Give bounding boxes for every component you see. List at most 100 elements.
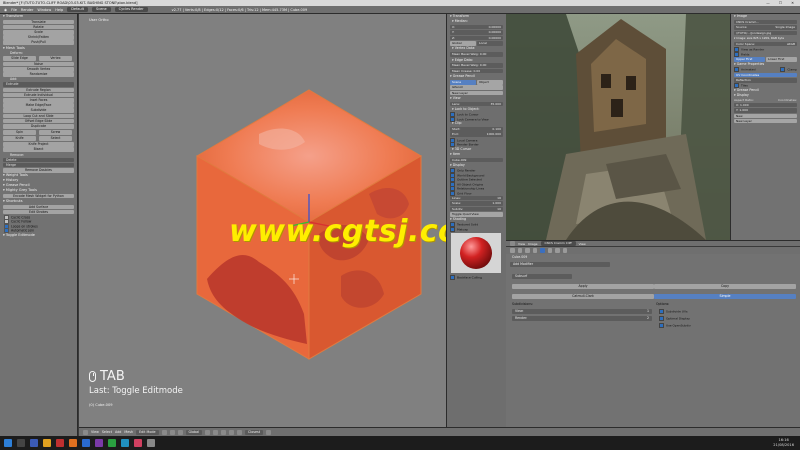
matcap-preview[interactable] xyxy=(451,233,501,274)
shrink-fatten-button[interactable]: Shrink/Fatten xyxy=(3,35,74,40)
median-y-field[interactable]: Y: 0.00000 xyxy=(450,30,503,35)
layout-selector[interactable]: Default xyxy=(67,7,88,12)
vertex-select-icon[interactable] xyxy=(205,429,211,435)
app-icon-pink[interactable] xyxy=(134,439,142,447)
filepath-field[interactable]: //TUTO/.../Jondesign.jpg xyxy=(734,30,797,36)
clip-end-field[interactable]: End: 1000.000 xyxy=(450,132,503,138)
gp-new-layer-button[interactable]: New Layer xyxy=(734,118,797,124)
translate-button[interactable]: Translate xyxy=(3,19,74,25)
grid-scale-field[interactable]: Scale: 1.000 xyxy=(450,201,503,206)
app-icon-green[interactable] xyxy=(108,439,116,447)
spin-button[interactable]: Spin xyxy=(3,130,36,135)
screw-button[interactable]: Screw xyxy=(39,130,72,135)
gp-scene-tab[interactable]: Scene xyxy=(450,79,476,85)
subdivide-button[interactable]: Subdivide xyxy=(3,108,74,113)
blender-logo-icon[interactable]: ◉ xyxy=(4,8,7,12)
color-space-field[interactable]: Color Space: sRGB xyxy=(734,41,797,47)
img-view-dropdown[interactable]: View xyxy=(579,242,586,246)
image-name-field[interactable]: CNCS Cramm... xyxy=(734,19,797,25)
extrude-region-button[interactable]: Extrude Region xyxy=(3,87,74,93)
object-name-field[interactable]: Cube.009 xyxy=(450,157,503,163)
simple-tab[interactable]: Simple xyxy=(654,294,796,299)
catmull-clark-tab[interactable]: Catmull-Clark xyxy=(512,294,654,299)
duplicate-button[interactable]: Duplicate xyxy=(3,123,74,129)
shading-icon[interactable] xyxy=(161,429,167,435)
view-levels-field[interactable]: View: 1 xyxy=(512,309,652,314)
edge-select-icon[interactable] xyxy=(213,429,219,435)
encode-python-button[interactable]: Encode Mesh Widget for Python xyxy=(3,193,74,199)
vp-menu-view[interactable]: View xyxy=(91,430,99,434)
uv-coordinates-button[interactable]: UV Coordinates xyxy=(734,72,797,78)
render-preview-icon[interactable] xyxy=(266,429,272,435)
matcap-checkbox[interactable]: Matcap xyxy=(447,227,506,231)
lens-field[interactable]: Lens: 35.000 xyxy=(450,101,503,107)
use-opensubdiv-checkbox[interactable]: Use OpenSubdiv xyxy=(656,323,691,328)
gp-new-button[interactable]: New xyxy=(734,113,797,119)
image-editor[interactable] xyxy=(506,14,730,240)
animated-checkbox[interactable]: Animated xyxy=(731,67,755,72)
fields-checkbox[interactable]: Fields xyxy=(731,52,800,56)
grid-lines-field[interactable]: Lines: 16 xyxy=(450,195,503,201)
mean-bevel-vertex-field[interactable]: Mean Bevel Weig: 0.00 xyxy=(450,52,503,57)
editor-type-icon[interactable] xyxy=(510,241,515,246)
add-modifier-dropdown[interactable]: Add Modifier xyxy=(510,262,610,267)
upper-first-tab[interactable]: Upper First xyxy=(734,56,765,62)
image-selector[interactable]: CNCS Cramm Cliff xyxy=(540,241,576,246)
slide-vertex-button[interactable]: Vertex xyxy=(39,56,72,61)
app-icon-cyan[interactable] xyxy=(121,439,129,447)
merge-dropdown[interactable]: Merge xyxy=(3,162,74,168)
3d-viewport[interactable]: User Ortho www.cgtsj.c TAB Last: Toggle … xyxy=(79,14,446,427)
slide-edge-button[interactable]: Slide Edge xyxy=(3,56,36,61)
mode-selector[interactable]: Edit Mode xyxy=(136,429,159,435)
noise-button[interactable]: Noise xyxy=(3,61,74,67)
orientation-selector[interactable]: Global xyxy=(185,429,203,435)
panel-view[interactable]: View xyxy=(447,96,506,101)
extrude-dropdown[interactable]: Extrude xyxy=(3,82,74,88)
photoshop-icon[interactable] xyxy=(82,439,90,447)
material-tab-icon[interactable] xyxy=(555,248,560,253)
knife-select-button[interactable]: Select xyxy=(39,136,72,141)
img-menu-image[interactable]: Image xyxy=(528,242,537,246)
median-x-field[interactable]: X: 0.00000 xyxy=(450,24,503,30)
vp-menu-select[interactable]: Select xyxy=(102,430,112,434)
loop-cut-button[interactable]: Loop Cut and Slide xyxy=(3,113,74,119)
remove-doubles-button[interactable]: Remove Doubles xyxy=(3,167,74,173)
modifier-tab-icon[interactable] xyxy=(540,248,545,253)
img-menu-view[interactable]: View xyxy=(518,242,525,246)
global-tab[interactable]: Global xyxy=(450,40,476,46)
offset-edge-slide-button[interactable]: Offset Edge Slide xyxy=(3,118,74,124)
inset-faces-button[interactable]: Inset Faces xyxy=(3,98,74,103)
render-engine-selector[interactable]: Cycles Render xyxy=(114,7,148,12)
browser-icon[interactable] xyxy=(30,439,38,447)
clamp-checkbox[interactable]: Clamp xyxy=(777,67,797,72)
panel-grease-pencil-n[interactable]: Grease Pencil xyxy=(447,74,506,79)
knife-button[interactable]: Knife xyxy=(3,136,36,141)
aspect-y-field[interactable]: Y: 1.000 xyxy=(734,108,797,113)
add-surface-button[interactable]: Add Surface xyxy=(3,204,74,210)
mean-bevel-edge-field[interactable]: Mean Bevel Weig: 0.00 xyxy=(450,63,503,68)
texture-tab-icon[interactable] xyxy=(562,248,567,253)
system-clock[interactable]: 16:16 21/08/2016 xyxy=(773,438,794,448)
randomize-button[interactable]: Randomize xyxy=(3,72,74,77)
render-levels-field[interactable]: Render: 2 xyxy=(512,316,652,321)
aspect-x-field[interactable]: X: 1.000 xyxy=(734,102,797,108)
modifier-name-field[interactable]: Subsurf xyxy=(512,274,572,279)
backface-culling-checkbox[interactable]: Backface Culling xyxy=(447,275,506,280)
start-icon[interactable] xyxy=(4,439,12,447)
manipulator-icon[interactable] xyxy=(177,429,183,435)
panel-image[interactable]: Image xyxy=(731,14,800,19)
menu-help[interactable]: Help xyxy=(55,8,63,12)
app-icon-red[interactable] xyxy=(56,439,64,447)
extrude-individual-button[interactable]: Extrude Individual xyxy=(3,92,74,98)
render-tab-icon[interactable] xyxy=(510,248,515,253)
gp-object-tab[interactable]: Object xyxy=(477,79,503,85)
toggle-quad-view-button[interactable]: Toggle Quad View xyxy=(450,212,503,217)
world-tab-icon[interactable] xyxy=(525,248,530,253)
new-layer-button[interactable]: New Layer xyxy=(450,90,503,96)
gpencil-field[interactable]: GPencil xyxy=(450,85,503,90)
median-z-field[interactable]: Z: 0.00000 xyxy=(450,35,503,41)
edit-strokes-button[interactable]: Edit Strokes xyxy=(3,209,74,215)
object-tab-icon[interactable] xyxy=(532,248,537,253)
optimal-display-checkbox[interactable]: Optimal Display xyxy=(656,316,690,321)
smooth-vertex-button[interactable]: Smooth Vertex xyxy=(3,67,74,72)
